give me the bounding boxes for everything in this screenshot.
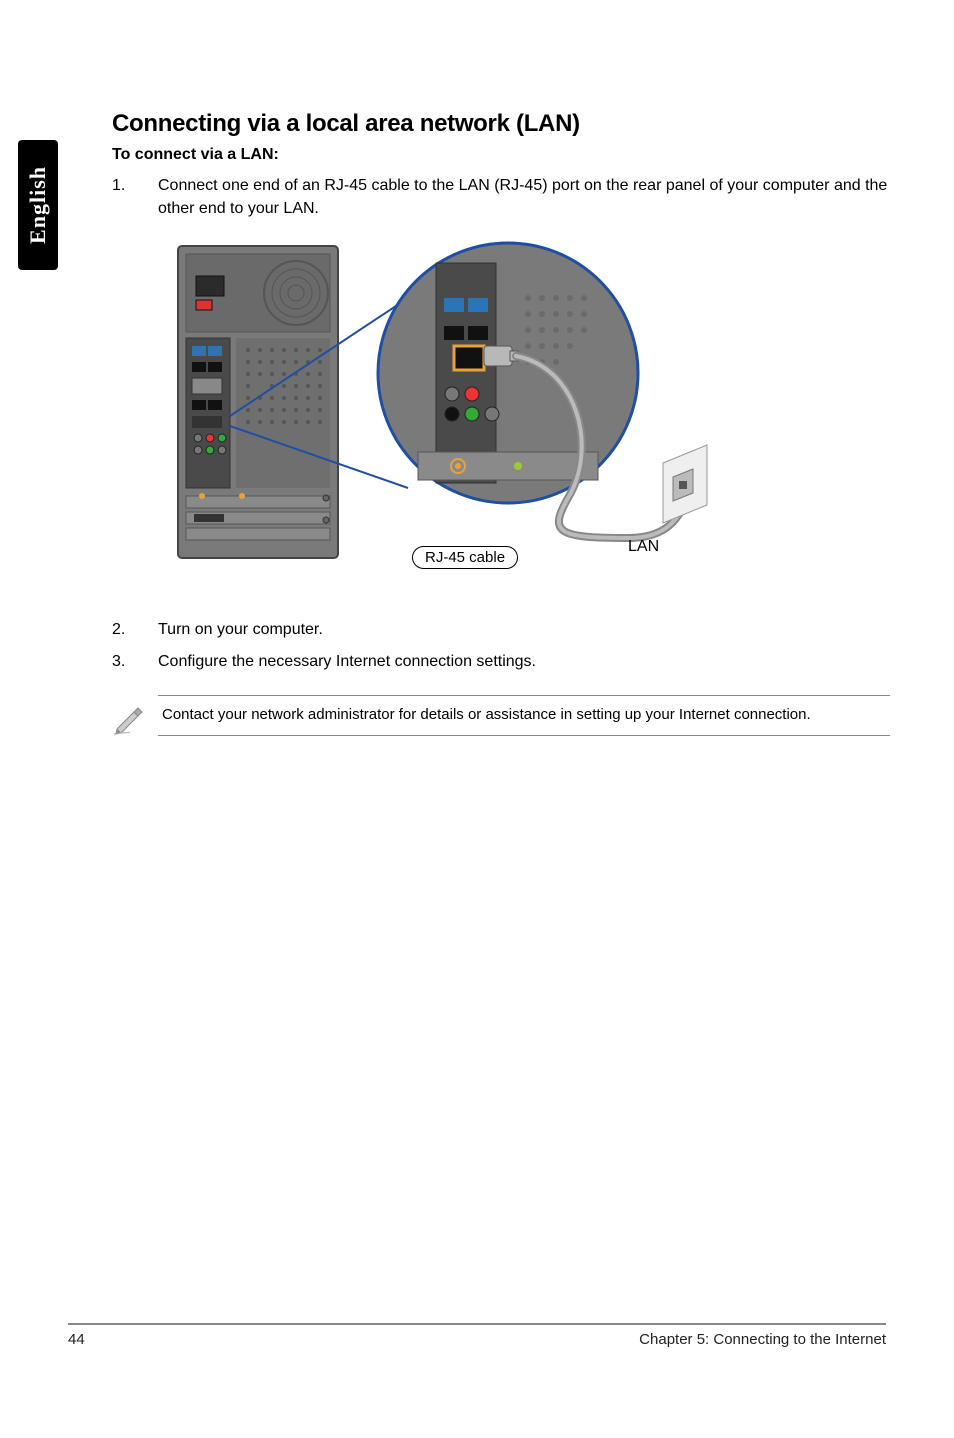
step-number: 3. — [112, 650, 158, 673]
step-2: 2. Turn on your computer. — [112, 618, 890, 641]
note-text: Contact your network administrator for d… — [158, 695, 890, 736]
section-heading: Connecting via a local area network (LAN… — [112, 110, 890, 138]
note-block: Contact your network administrator for d… — [112, 695, 890, 740]
step-3: 3. Configure the necessary Internet conn… — [112, 650, 890, 673]
pencil-note-icon — [112, 695, 158, 740]
main-content: Connecting via a local area network (LAN… — [112, 110, 890, 740]
rj45-cable-callout: RJ-45 cable — [412, 546, 518, 569]
page-number: 44 — [68, 1331, 85, 1348]
figure-svg: <#circle cx="102" cy="148" r="2"/> — [158, 238, 718, 578]
step-number: 1. — [112, 174, 158, 220]
step-1: 1. Connect one end of an RJ-45 cable to … — [112, 174, 890, 220]
step-number: 2. — [112, 618, 158, 641]
language-tab-label: English — [25, 166, 51, 244]
section-subheading: To connect via a LAN: — [112, 146, 890, 164]
lan-connection-figure: <#circle cx="102" cy="148" r="2"/> — [158, 238, 718, 578]
page-footer: 44 Chapter 5: Connecting to the Internet — [68, 1323, 886, 1348]
step-text: Turn on your computer. — [158, 618, 890, 641]
chapter-title: Chapter 5: Connecting to the Internet — [639, 1331, 886, 1348]
step-text: Connect one end of an RJ-45 cable to the… — [158, 174, 890, 220]
step-text: Configure the necessary Internet connect… — [158, 650, 890, 673]
lan-callout: LAN — [628, 538, 659, 556]
language-tab: English — [18, 140, 58, 270]
